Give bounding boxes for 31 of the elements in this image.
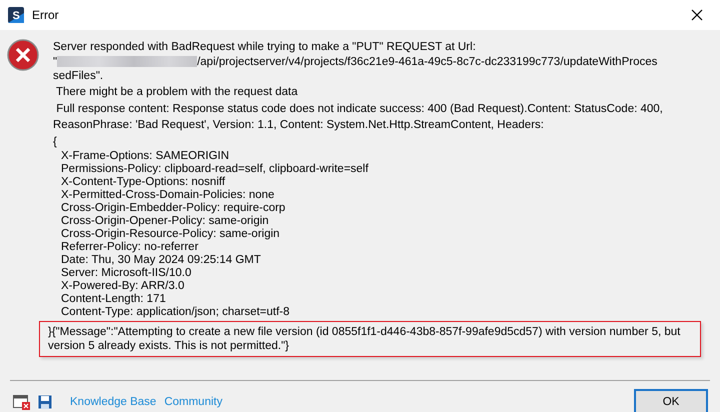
header-text: Content-Type: application/json; charset=utf-8 xyxy=(60,306,291,319)
error-icon xyxy=(7,39,39,71)
header-text: Content-Length: 171 xyxy=(60,293,167,306)
message-text: sedFiles". xyxy=(53,68,104,84)
message-text: { xyxy=(53,134,58,150)
header-text: X-Powered-By: ARR/3.0 xyxy=(60,280,186,293)
header-text: Referrer-Policy: no-referrer xyxy=(60,241,200,254)
header-text: Cross-Origin-Resource-Policy: same-origin xyxy=(60,228,281,241)
header-text: Date: Thu, 30 May 2024 09:25:14 GMT xyxy=(60,254,262,267)
header-text: Cross-Origin-Embedder-Policy: require-corp xyxy=(60,202,286,215)
help-link[interactable]: Knowledge Base xyxy=(70,396,156,408)
help-link[interactable]: Community xyxy=(164,396,222,408)
header-text: X-Permitted-Cross-Domain-Policies: none xyxy=(60,189,276,202)
close-icon xyxy=(691,9,703,21)
message-text: }{"Message":"Attempting to create a new file version (id 0855f1f1-d446-43b8-857f-99afe9d5cd57) with version number 5, but xyxy=(48,325,682,339)
message-text: /api/projectserver/v4/projects/f36c21e9-461a-49c5-8c7c-dc233199c773/updateWithProces xyxy=(197,56,658,68)
header-text: Cross-Origin-Opener-Policy: same-origin xyxy=(60,215,270,228)
window-title: Error xyxy=(32,8,59,22)
message-text: ReasonPhrase: 'Bad Request', Version: 1.1, Content: System.Net.Http.StreamContent, Headers: xyxy=(53,118,545,133)
header-text: Permissions-Policy: clipboard-read=self, clipboard-write=self xyxy=(60,163,370,176)
message-text: Server responded with BadRequest while trying to make a "PUT" REQUEST at Url: xyxy=(53,40,477,55)
window-close-icon[interactable] xyxy=(13,394,30,410)
save-icon[interactable] xyxy=(38,395,52,409)
header-text: X-Content-Type-Options: nosniff xyxy=(60,176,226,189)
message-text: " xyxy=(53,56,58,68)
ok-button[interactable]: OK xyxy=(634,389,708,412)
header-text: X-Frame-Options: SAMEORIGIN xyxy=(60,150,230,163)
message-text: version 5 already exists. This is not permitted."} xyxy=(48,339,290,353)
message-text: Full response content: Response status code does not indicate success: 400 (Bad Request).Content: StatusCode: 400, xyxy=(55,102,664,116)
header-text: Server: Microsoft-IIS/10.0 xyxy=(60,267,192,280)
message-text: There might be a problem with the request data xyxy=(54,85,299,100)
